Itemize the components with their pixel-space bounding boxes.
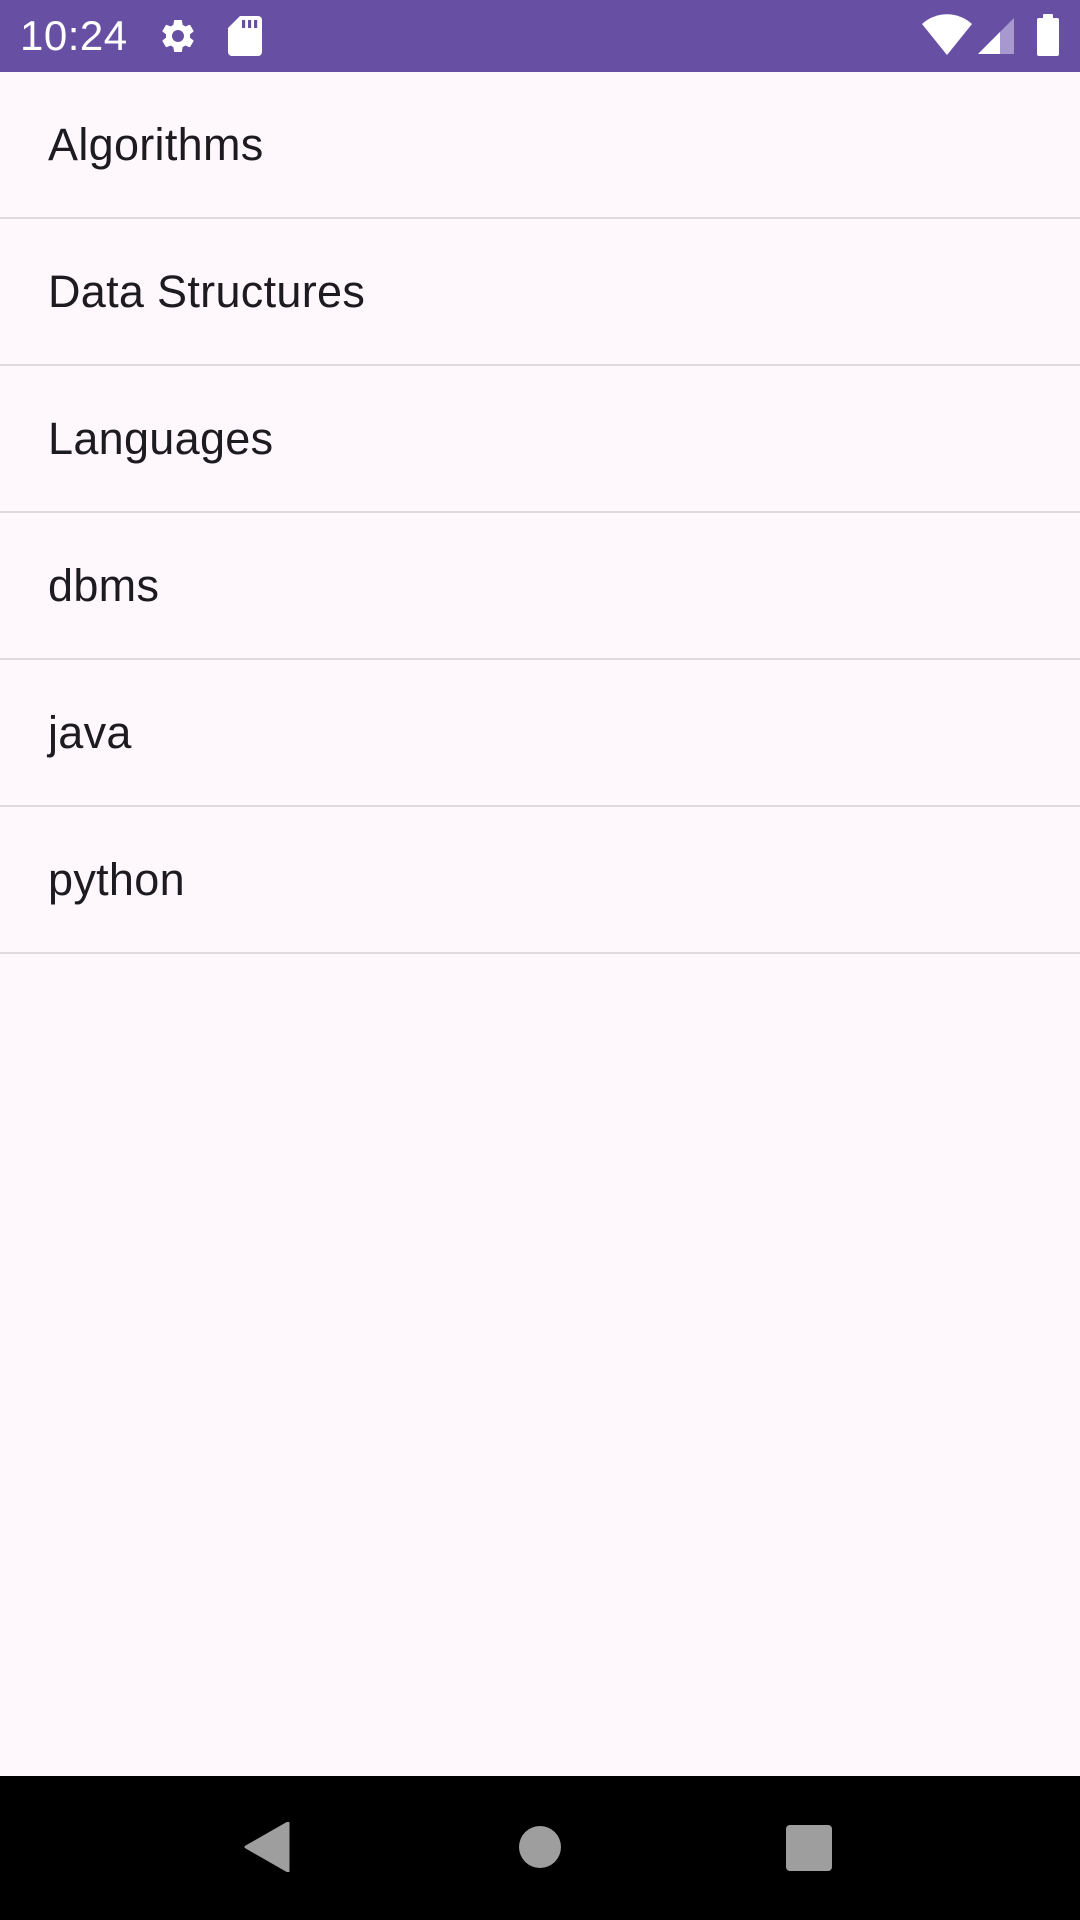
list-item-python[interactable]: python (0, 807, 1080, 954)
sd-card-icon (228, 16, 262, 56)
list-item-label: Data Structures (48, 265, 366, 317)
list-item-label: Languages (48, 412, 274, 464)
list-item-label: java (48, 706, 132, 758)
list-item-label: python (48, 853, 185, 905)
list-item-languages[interactable]: Languages (0, 366, 1080, 513)
list-item-java[interactable]: java (0, 660, 1080, 807)
wifi-icon (922, 14, 972, 55)
recents-icon[interactable] (786, 1825, 832, 1871)
navigation-bar (0, 1776, 1080, 1920)
back-icon[interactable] (244, 1822, 290, 1872)
list-item-dbms[interactable]: dbms (0, 513, 1080, 660)
list-item-label: Algorithms (48, 118, 264, 170)
cell-signal-icon (978, 18, 1014, 54)
list-item-label: dbms (48, 559, 160, 611)
home-icon[interactable] (518, 1825, 562, 1869)
list-item-algorithms[interactable]: Algorithms (0, 72, 1080, 219)
battery-icon (1037, 14, 1059, 56)
list-item-data-structures[interactable]: Data Structures (0, 219, 1080, 366)
topic-list: Algorithms Data Structures Languages dbm… (0, 72, 1080, 954)
gear-icon (162, 19, 194, 52)
status-bar: 10:24 (0, 0, 1080, 72)
status-time: 10:24 (20, 12, 128, 59)
